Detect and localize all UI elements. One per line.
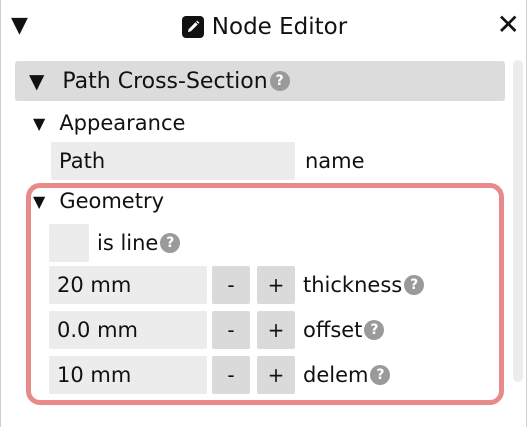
appearance-label: Appearance (59, 111, 186, 135)
thickness-decrement-button[interactable]: - (212, 266, 250, 304)
offset-label: offset (303, 318, 363, 342)
section-header-path-cross-section[interactable]: ▼ Path Cross-Section ? (15, 61, 505, 101)
help-icon[interactable]: ? (160, 233, 181, 253)
delem-increment-button[interactable]: + (257, 356, 295, 394)
delem-label-group: delem ? (303, 356, 391, 394)
panel-title-group: Node Editor (181, 14, 348, 40)
panel-title: Node Editor (211, 14, 348, 40)
thickness-label-group: thickness ? (303, 266, 425, 304)
is-line-label: is line (97, 231, 159, 255)
is-line-label-group: is line ? (97, 224, 181, 262)
help-icon[interactable]: ? (404, 275, 425, 295)
offset-label-group: offset ? (303, 311, 385, 349)
delem-label: delem (303, 363, 369, 387)
section-collapse-icon[interactable]: ▼ (29, 69, 44, 93)
help-icon[interactable]: ? (370, 365, 391, 385)
delem-input[interactable]: 10 mm (49, 356, 207, 394)
appearance-collapse-icon[interactable]: ▼ (33, 114, 45, 133)
thickness-label: thickness (303, 273, 403, 297)
geometry-header[interactable]: ▼ Geometry (33, 186, 164, 216)
offset-input[interactable]: 0.0 mm (49, 311, 207, 349)
help-icon[interactable]: ? (269, 71, 290, 91)
name-label: name (305, 149, 365, 173)
offset-increment-button[interactable]: + (257, 311, 295, 349)
section-title: Path Cross-Section (62, 68, 268, 94)
name-input[interactable]: Path (51, 142, 295, 180)
delem-decrement-button[interactable]: - (212, 356, 250, 394)
title-bar: ▼ Node Editor ✕ (1, 0, 527, 54)
geometry-label: Geometry (59, 189, 165, 213)
offset-decrement-button[interactable]: - (212, 311, 250, 349)
node-editor-panel: ▼ Node Editor ✕ ▼ Path Cross-Section ? ▼… (0, 0, 527, 427)
thickness-input[interactable]: 20 mm (49, 266, 207, 304)
thickness-increment-button[interactable]: + (257, 266, 295, 304)
scrollbar[interactable] (513, 60, 523, 382)
geometry-collapse-icon[interactable]: ▼ (33, 192, 45, 211)
is-line-checkbox[interactable] (49, 224, 89, 262)
close-icon[interactable]: ✕ (497, 10, 520, 40)
help-icon[interactable]: ? (364, 320, 385, 340)
appearance-header[interactable]: ▼ Appearance (33, 108, 185, 138)
panel-collapse-toggle[interactable]: ▼ (11, 14, 28, 38)
pencil-icon (181, 16, 204, 38)
